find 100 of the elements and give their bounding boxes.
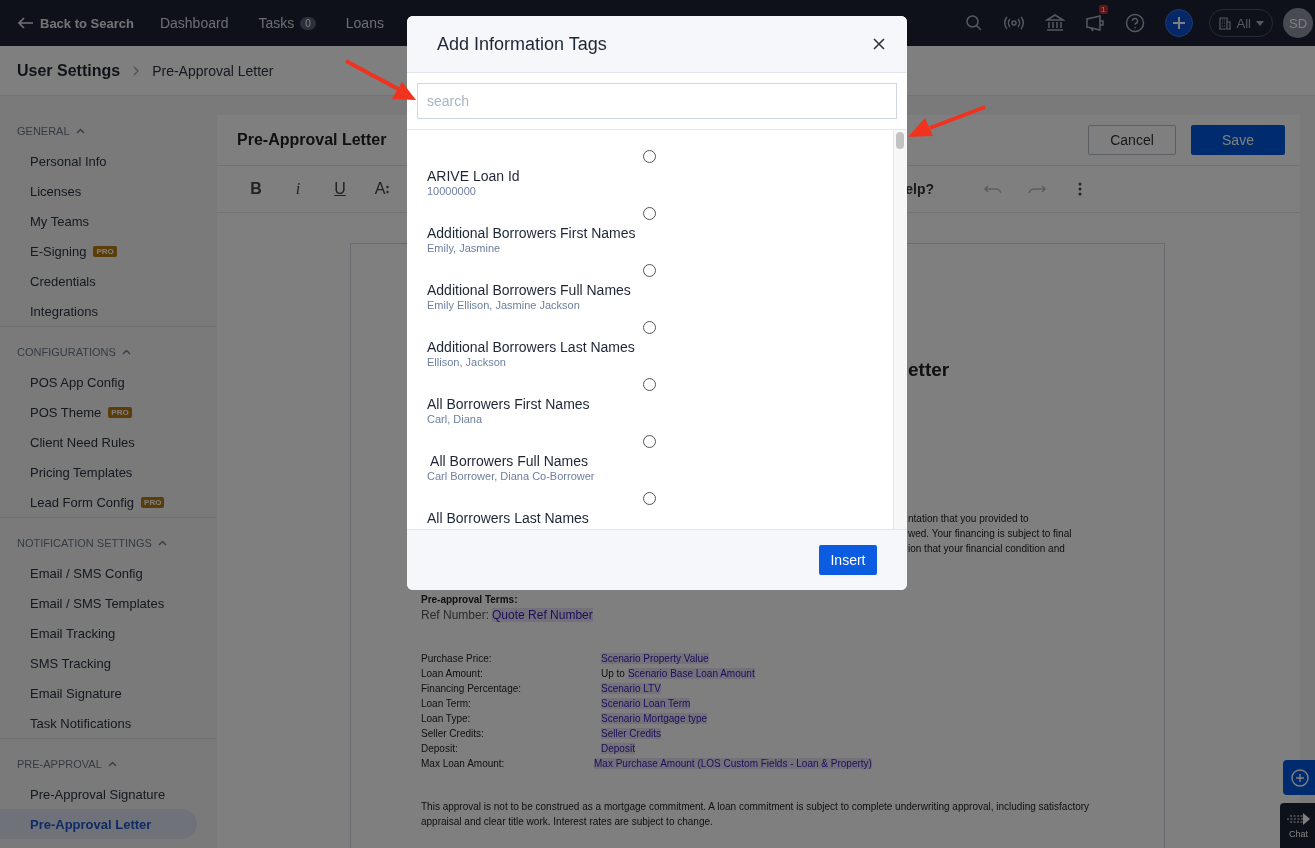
- editor-title: Pre-Approval Letter: [237, 131, 387, 149]
- caret-icon: [1256, 20, 1264, 26]
- sidebar-item[interactable]: Lead Form Config PRO: [0, 487, 197, 517]
- tag-sample-value: Emily Ellison, Jasmine Jackson: [427, 299, 581, 312]
- sidebar-item[interactable]: Task Notifications: [0, 708, 197, 738]
- close-icon[interactable]: [873, 38, 885, 50]
- building-icon: [1217, 16, 1232, 30]
- sidebar-item[interactable]: SMS Tracking: [0, 648, 197, 678]
- merge-tag: Scenario Property Value: [601, 653, 709, 664]
- chat-button[interactable]: Chat: [1280, 803, 1315, 848]
- italic-button[interactable]: i: [286, 177, 310, 201]
- help-icon[interactable]: [1124, 13, 1145, 33]
- section-title: Pre-approval Terms:: [421, 593, 519, 607]
- merge-tag: Deposit: [601, 743, 635, 754]
- section-header[interactable]: PRE-APPROVAL: [0, 753, 217, 775]
- add-button[interactable]: [1164, 9, 1193, 37]
- breadcrumb-link[interactable]: User Settings: [17, 61, 121, 80]
- save-button[interactable]: Save: [1191, 125, 1285, 155]
- merge-tag: Scenario Base Loan Amount: [627, 668, 755, 679]
- tag-name[interactable]: ARIVE Loan Id: [427, 167, 893, 185]
- count-badge: 0: [300, 16, 316, 30]
- sidebar-item[interactable]: Email Tracking: [0, 618, 197, 648]
- plus-icon: [1172, 17, 1185, 29]
- underline-button[interactable]: U: [328, 177, 352, 201]
- nav-link[interactable]: Dashboard: [159, 15, 229, 31]
- sidebar-item[interactable]: Email / SMS Templates: [0, 588, 197, 618]
- nav-link[interactable]: Tasks 0: [258, 15, 316, 31]
- broadcast-icon[interactable]: [1002, 15, 1025, 31]
- tag-name[interactable]: All Borrowers Last Names: [427, 509, 893, 527]
- field-label: Loan Type:: [421, 712, 472, 726]
- field-label: Loan Amount:: [421, 667, 484, 681]
- add-widget-button[interactable]: [1283, 760, 1315, 795]
- insert-button[interactable]: Insert: [819, 545, 877, 575]
- tag-name[interactable]: Additional Borrowers Last Names: [427, 338, 893, 356]
- merge-tag: Seller Credits: [601, 728, 662, 739]
- sidebar-item[interactable]: Credentials: [0, 266, 197, 296]
- section-header[interactable]: GENERAL: [0, 120, 217, 142]
- value-text: Up to: [601, 668, 625, 679]
- merge-tag: Scenario LTV: [601, 683, 661, 694]
- sidebar-item[interactable]: POS Theme PRO: [0, 397, 197, 427]
- sidebar-item[interactable]: Email Signature: [0, 678, 197, 708]
- sidebar-item[interactable]: Pre-Approval Signature: [0, 779, 197, 809]
- tag-name[interactable]: Additional Borrowers First Names: [427, 224, 893, 242]
- pro-badge: PRO: [141, 496, 165, 508]
- arrow-annotation: [345, 59, 416, 100]
- tag-sample-value: Ellison, Jackson: [427, 356, 507, 369]
- breadcrumb-current: Pre-Approval Letter: [152, 62, 274, 79]
- sidebar-item[interactable]: Personal Info: [0, 146, 197, 176]
- more-icon[interactable]: [1078, 182, 1082, 196]
- tag-name[interactable]: Additional Borrowers Full Names: [427, 281, 893, 299]
- sidebar-item[interactable]: Email / SMS Config: [0, 558, 197, 588]
- field-label: Financing Percentage:: [421, 682, 523, 696]
- merge-tag: Scenario Loan Term: [601, 698, 691, 709]
- back-link[interactable]: Back to Search: [18, 15, 134, 31]
- tag-name[interactable]: All Borrowers Full Names: [427, 452, 893, 470]
- tag-sample-value: Carl Borrower, Diana Co-Borrower: [427, 470, 596, 483]
- nav-link[interactable]: Loans: [345, 15, 384, 31]
- field-label: Seller Credits:: [421, 727, 485, 741]
- section-header[interactable]: CONFIGURATIONS: [0, 341, 217, 363]
- field-label: Purchase Price:: [421, 652, 493, 666]
- help-link[interactable]: elp?: [905, 181, 934, 197]
- tag-name[interactable]: All Borrowers First Names: [427, 395, 893, 413]
- tag-sample-value: 10000000: [427, 185, 477, 198]
- sidebar-item[interactable]: Client Need Rules: [0, 427, 197, 457]
- dialog-title: Add Information Tags: [437, 33, 607, 55]
- pro-badge: PRO: [93, 245, 117, 257]
- sidebar-item[interactable]: E-Signing PRO: [0, 236, 197, 266]
- sidebar-item[interactable]: Pre-Approval Letter: [0, 809, 197, 839]
- search-field[interactable]: search: [417, 83, 897, 119]
- sidebar-item[interactable]: POS App Config: [0, 367, 197, 397]
- cancel-button[interactable]: Cancel: [1088, 125, 1176, 155]
- sidebar-item[interactable]: Integrations: [0, 296, 197, 326]
- scrollbar[interactable]: [893, 130, 907, 529]
- merge-tag: Quote Ref Number: [492, 608, 593, 622]
- dots-icon: [386, 184, 390, 194]
- section-header[interactable]: NOTIFICATION SETTINGS: [0, 532, 217, 554]
- sidebar-item[interactable]: Licenses: [0, 176, 197, 206]
- paragraph-line: ion that your financial condition and: [908, 542, 1065, 556]
- font-size-button[interactable]: A: [370, 177, 394, 201]
- paragraph: This approval is not to be construed as a mortgage commitment. A loan commitment is subject to complete underwriting approval, including satisfactory appraisal and clear title work. Interest rates are subject to change.: [421, 800, 1091, 829]
- document-heading: etter: [908, 359, 950, 382]
- tag-sample-value: Emily, Jasmine: [427, 242, 502, 255]
- pro-badge: PRO: [108, 406, 132, 418]
- paragraph-line: wed. Your financing is subject to final: [908, 527, 1072, 541]
- back-arrow-icon: [18, 17, 34, 29]
- paragraph-line: ntation that you provided to: [908, 512, 1029, 526]
- merge-tag: Max Purchase Amount (LOS Custom Fields - Loan & Property): [594, 758, 872, 769]
- plus-circle-icon: [1291, 768, 1309, 787]
- field-label: Loan Term:: [421, 697, 472, 711]
- search-icon[interactable]: [964, 14, 983, 32]
- sidebar-item[interactable]: Pricing Templates: [0, 457, 197, 487]
- megaphone-icon[interactable]: [1084, 14, 1105, 32]
- merge-tag: Scenario Mortgage type: [601, 713, 708, 724]
- sidebar-item[interactable]: My Teams: [0, 206, 197, 236]
- tag-sample-value: Carl, Diana: [427, 413, 484, 426]
- bank-icon[interactable]: [1044, 14, 1065, 32]
- arrow-icon: [1285, 812, 1312, 826]
- bold-button[interactable]: B: [244, 177, 268, 201]
- field-label: Ref Number:: [421, 608, 490, 622]
- notification-badge: 1: [1099, 5, 1108, 14]
